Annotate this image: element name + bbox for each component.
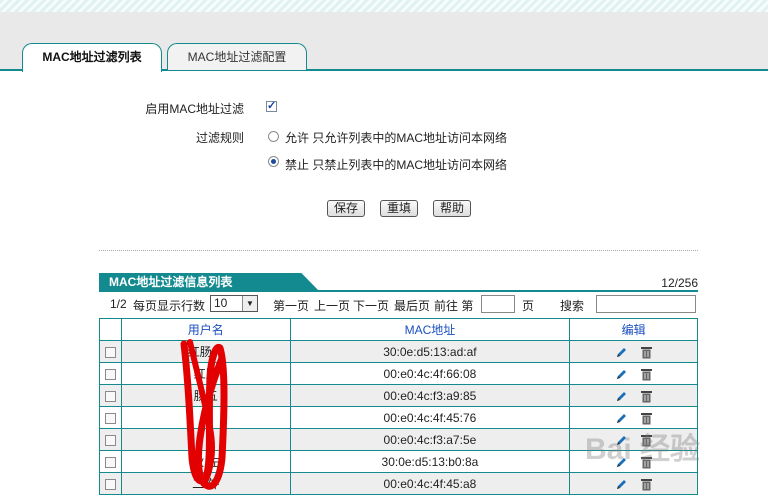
mac-cell: 00:e0:4c:4f:45:76 [289, 406, 571, 429]
pencil-icon[interactable] [615, 434, 628, 447]
row-checkbox[interactable] [104, 434, 116, 446]
trash-icon[interactable] [641, 478, 653, 491]
allow-radio[interactable] [268, 131, 279, 142]
row-checkbox[interactable] [104, 412, 116, 424]
mac-cell: 00:e0:4c:4f:45:a8 [289, 472, 571, 495]
mac-cell: 30:0e:d5:13:b0:8a [289, 450, 571, 473]
row-checkbox[interactable] [104, 346, 116, 358]
table-row: 内 00:e0:4c:4f:45:76 [99, 406, 698, 429]
enable-filter-checkbox[interactable] [266, 99, 277, 112]
row-checkbox[interactable] [104, 478, 116, 490]
per-page-value: 10 [214, 296, 228, 310]
trash-icon[interactable] [641, 434, 653, 447]
table-row: 红肠一 30:0e:d5:13:ad:af [99, 340, 698, 363]
enable-filter-label: 启用MAC地址过滤 [145, 102, 244, 116]
user-cell: 伙 左 [120, 450, 291, 473]
filter-rule-label: 过滤规则 [195, 131, 244, 145]
save-button[interactable]: 保存 [327, 200, 366, 217]
pencil-icon[interactable] [615, 346, 628, 359]
mac-cell: 00:e0:4c:4f:66:08 [289, 362, 571, 385]
page-suffix: 页 [522, 299, 535, 313]
mac-filter-table: 用户名 MAC地址 编辑 红肠一 30:0e:d5:13:ad:af 红肠 00… [99, 318, 698, 495]
mac-cell: 00:e0:4c:f3:a7:5e [289, 428, 571, 451]
row-checkbox[interactable] [104, 368, 116, 380]
user-cell: 内 [120, 406, 291, 429]
tab-mac-filter-config[interactable]: MAC地址过滤配置 [167, 43, 307, 70]
user-column-header: 用户名 [120, 318, 291, 341]
deny-radio[interactable] [268, 156, 279, 167]
user-cell: 红肠一 [120, 340, 291, 363]
deny-option-label: 禁止 只禁止列表中的MAC地址访问本网络 [285, 158, 508, 172]
section-divider [99, 250, 698, 251]
table-row: 伙 左 30:0e:d5:13:b0:8a [99, 450, 698, 473]
reset-button[interactable]: 重填 [380, 200, 419, 217]
mac-cell: 00:e0:4c:f3:a9:85 [289, 384, 571, 407]
user-cell: 肠五 [120, 384, 291, 407]
pencil-icon[interactable] [615, 390, 628, 403]
pencil-icon[interactable] [615, 412, 628, 425]
trash-icon[interactable] [641, 412, 653, 425]
search-input[interactable] [596, 295, 696, 313]
goto-label: 前往 第 [434, 299, 474, 313]
edit-column-header: 编辑 [569, 318, 698, 341]
chevron-down-icon: ▼ [242, 296, 257, 311]
pencil-icon[interactable] [615, 368, 628, 381]
tab-bar: MAC地址过滤列表 MAC地址过滤配置 [0, 12, 768, 72]
table-row: 00:e0:4c:f3:a7:5e [99, 428, 698, 451]
user-cell: 二 外 [120, 472, 291, 495]
goto-page-input[interactable] [481, 295, 515, 313]
user-cell [120, 428, 291, 451]
trash-icon[interactable] [641, 346, 653, 359]
table-row: 二 外 00:e0:4c:4f:45:a8 [99, 472, 698, 495]
row-checkbox[interactable] [104, 456, 116, 468]
select-column-header [99, 318, 122, 341]
table-row: 红肠 00:e0:4c:4f:66:08 [99, 362, 698, 385]
list-header-line [99, 290, 698, 292]
allow-option-label: 允许 只允许列表中的MAC地址访问本网络 [285, 131, 508, 145]
row-checkbox[interactable] [104, 390, 116, 402]
pencil-icon[interactable] [615, 456, 628, 469]
trash-icon[interactable] [641, 368, 653, 381]
entry-count: 12/256 [661, 276, 698, 290]
mac-cell: 30:0e:d5:13:ad:af [289, 340, 571, 363]
table-row: 肠五 00:e0:4c:f3:a9:85 [99, 384, 698, 407]
per-page-label: 每页显示行数 [133, 299, 206, 313]
next-page-link[interactable]: 下一页 [353, 297, 389, 314]
last-page-link[interactable]: 最后页 [394, 297, 430, 314]
pencil-icon[interactable] [615, 478, 628, 491]
trash-icon[interactable] [641, 390, 653, 403]
help-button[interactable]: 帮助 [433, 200, 472, 217]
user-cell: 红肠 [120, 362, 291, 385]
prev-page-link[interactable]: 上一页 [314, 297, 350, 314]
first-page-link[interactable]: 第一页 [273, 297, 309, 314]
tab-mac-filter-list[interactable]: MAC地址过滤列表 [22, 43, 162, 72]
list-title: MAC地址过滤信息列表 [99, 273, 319, 291]
trash-icon[interactable] [641, 456, 653, 469]
search-label: 搜索 [560, 299, 585, 313]
table-header-row: 用户名 MAC地址 编辑 [99, 318, 698, 341]
page-indicator: 1/2 [110, 297, 127, 311]
mac-column-header: MAC地址 [289, 318, 571, 341]
per-page-select[interactable]: 10 ▼ [210, 295, 258, 312]
